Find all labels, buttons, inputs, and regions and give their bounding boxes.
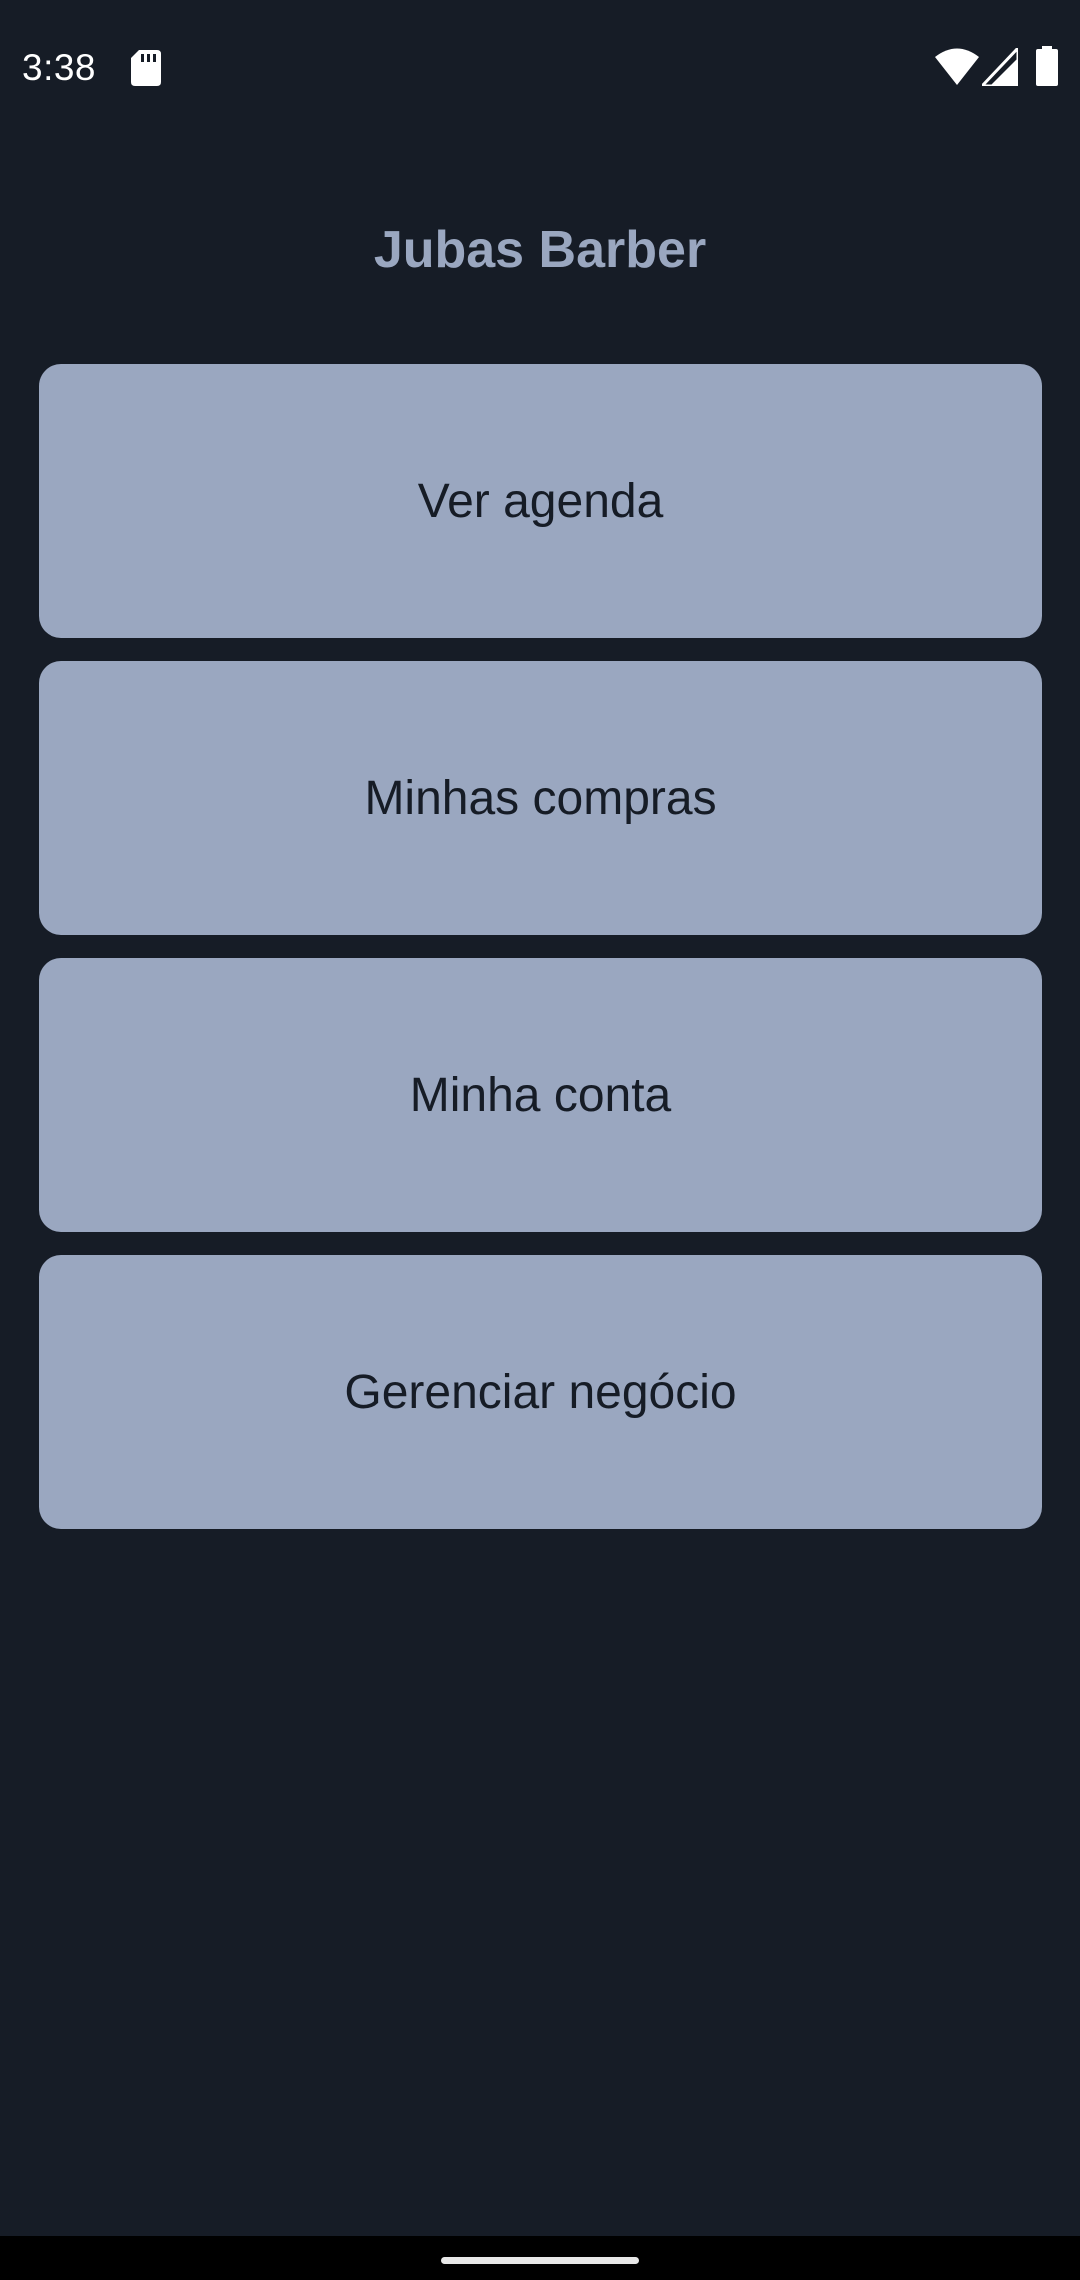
gerenciar-negocio-button[interactable]: Gerenciar negócio [39,1255,1042,1529]
page-title: Jubas Barber [373,221,707,279]
cell-signal-icon [978,44,1020,88]
minha-conta-button[interactable]: Minha conta [39,958,1042,1232]
navigation-bar [0,2236,1080,2280]
wifi-icon [935,48,979,86]
home-gesture-handle[interactable] [441,2257,639,2264]
battery-icon [1036,46,1058,86]
minhas-compras-button[interactable]: Minhas compras [39,661,1042,935]
ver-agenda-button[interactable]: Ver agenda [39,364,1042,638]
sd-card-icon [131,50,161,86]
status-bar: 3:38 [0,0,1080,140]
status-time: 3:38 [22,47,97,88]
main-menu: Ver agenda Minhas compras Minha conta Ge… [39,364,1042,1552]
